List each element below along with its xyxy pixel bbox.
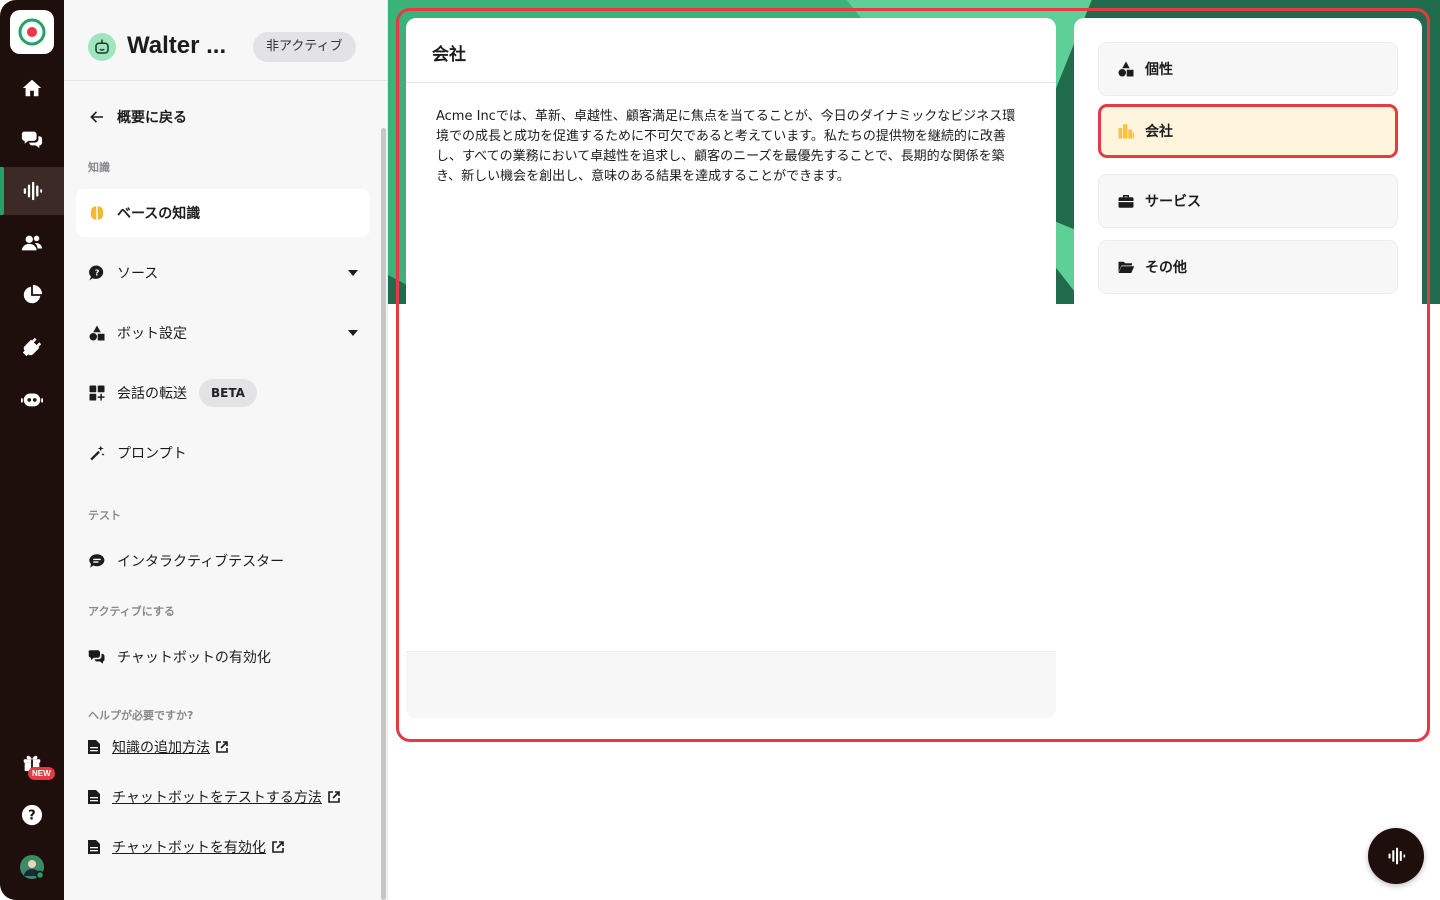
external-link-icon xyxy=(272,841,284,853)
folder-icon xyxy=(1118,261,1135,273)
app-logo[interactable] xyxy=(10,10,54,54)
help-link-label: チャットボットを有効化 xyxy=(112,840,266,856)
help-link-label: チャットボットをテストする方法 xyxy=(112,790,322,806)
question-icon: ? xyxy=(21,804,43,826)
sidebar-item-label: プロンプト xyxy=(117,446,187,462)
nav-knowledge[interactable] xyxy=(0,167,64,215)
category-label: 個性 xyxy=(1145,62,1173,78)
waveform-icon xyxy=(23,181,43,201)
nav-integrations[interactable] xyxy=(0,323,64,371)
nav-help[interactable]: ? xyxy=(0,791,64,839)
nav-conversations[interactable] xyxy=(0,115,64,163)
category-other[interactable]: その他 xyxy=(1098,240,1398,294)
chat-dots-icon xyxy=(88,552,106,570)
pie-chart-icon xyxy=(23,284,43,304)
category-company[interactable]: 会社 xyxy=(1098,104,1398,158)
briefcase-icon xyxy=(1118,195,1134,208)
users-icon xyxy=(21,235,43,251)
sidebar-item-sources[interactable]: ? ソース xyxy=(76,249,370,297)
shapes-icon xyxy=(1118,61,1134,77)
document-icon xyxy=(88,790,100,804)
sidebar-item-interactive-tester[interactable]: インタラクティブテスター xyxy=(76,537,370,585)
caret-down-icon xyxy=(348,270,358,276)
sidebar-item-activate-chatbot[interactable]: チャットボットの有効化 xyxy=(76,633,370,681)
user-avatar xyxy=(20,855,45,880)
sidebar-item-label: インタラクティブテスター xyxy=(117,554,285,570)
shapes-icon xyxy=(88,324,106,342)
sidebar-item-handoff[interactable]: 会話の転送 BETA xyxy=(76,369,370,417)
sidebar-item-label: ソース xyxy=(117,266,159,282)
brain-icon xyxy=(88,204,106,222)
sidebar-scrollbar[interactable] xyxy=(381,128,386,900)
icon-rail: NEW ? xyxy=(0,0,64,900)
content-body-text[interactable]: Acme Incでは、革新、卓越性、顧客満足に焦点を当てることが、今日のダイナミ… xyxy=(406,83,1056,187)
status-badge[interactable]: 非アクティブ xyxy=(253,32,356,62)
category-label: サービス xyxy=(1145,194,1201,210)
svg-text:?: ? xyxy=(95,267,100,277)
nav-home[interactable] xyxy=(0,64,64,112)
external-link-icon xyxy=(216,741,228,753)
question-bubble-icon: ? xyxy=(88,264,106,282)
content-title: 会社 xyxy=(406,18,1056,83)
nav-users[interactable] xyxy=(0,219,64,267)
section-knowledge-heading: 知識 xyxy=(88,161,110,174)
help-link-activate-chatbot[interactable]: チャットボットを有効化 xyxy=(88,837,284,857)
grid-plus-icon xyxy=(88,384,106,402)
nav-bots[interactable] xyxy=(0,375,64,423)
sidebar-header: Walter ... 非アクティブ xyxy=(64,0,387,81)
svg-text:?: ? xyxy=(28,809,35,824)
help-link-test-chatbot[interactable]: チャットボットをテストする方法 xyxy=(88,787,340,807)
chat-bubbles-icon xyxy=(88,648,106,666)
category-services[interactable]: サービス xyxy=(1098,174,1398,228)
help-link-add-knowledge[interactable]: 知識の追加方法 xyxy=(88,737,228,757)
caret-down-icon xyxy=(348,330,358,336)
sidebar-item-label: ボット設定 xyxy=(117,326,187,342)
knowledge-sidebar: Walter ... 非アクティブ 概要に戻る 知識 ベースの知識 ? ソース … xyxy=(64,0,388,900)
document-icon xyxy=(88,840,100,854)
chat-bubbles-icon xyxy=(21,131,43,149)
category-label: その他 xyxy=(1145,260,1187,276)
logo-icon xyxy=(18,18,46,46)
bot-icon xyxy=(95,39,109,54)
home-icon xyxy=(22,79,42,97)
bot-avatar xyxy=(88,33,116,61)
robot-icon xyxy=(21,393,43,407)
external-link-icon xyxy=(328,791,340,803)
help-link-label: 知識の追加方法 xyxy=(112,740,210,756)
category-label: 会社 xyxy=(1145,124,1173,140)
sidebar-item-base-knowledge[interactable]: ベースの知識 xyxy=(76,189,370,237)
sidebar-item-prompt[interactable]: プロンプト xyxy=(76,429,370,477)
buildings-icon xyxy=(1118,124,1134,139)
assistant-fab-button[interactable] xyxy=(1368,828,1424,884)
sidebar-item-label: チャットボットの有効化 xyxy=(117,650,271,666)
content-card: 会社 Acme Incでは、革新、卓越性、顧客満足に焦点を当てることが、今日のダ… xyxy=(406,18,1056,718)
back-to-overview-link[interactable]: 概要に戻る xyxy=(76,93,370,141)
sidebar-item-label: 会話の転送 xyxy=(117,386,187,402)
section-test-heading: テスト xyxy=(88,509,121,522)
waveform-icon xyxy=(1388,847,1406,865)
plug-icon xyxy=(22,337,42,357)
back-label: 概要に戻る xyxy=(117,110,187,126)
category-nav-card: 個性 会社 サービス その他 xyxy=(1074,18,1422,718)
document-icon xyxy=(88,740,100,754)
arrow-left-icon xyxy=(88,108,106,126)
section-help-heading: ヘルプが必要ですか? xyxy=(88,709,194,722)
new-badge: NEW xyxy=(28,767,55,780)
magic-wand-icon xyxy=(88,444,106,462)
sidebar-item-label: ベースの知識 xyxy=(117,206,201,222)
nav-profile[interactable] xyxy=(0,843,64,891)
beta-badge: BETA xyxy=(199,379,257,407)
content-footer xyxy=(406,651,1056,718)
category-personality[interactable]: 個性 xyxy=(1098,42,1398,96)
section-activate-heading: アクティブにする xyxy=(88,605,175,618)
bot-name: Walter ... xyxy=(127,32,227,59)
nav-analytics[interactable] xyxy=(0,271,64,319)
sidebar-item-bot-settings[interactable]: ボット設定 xyxy=(76,309,370,357)
